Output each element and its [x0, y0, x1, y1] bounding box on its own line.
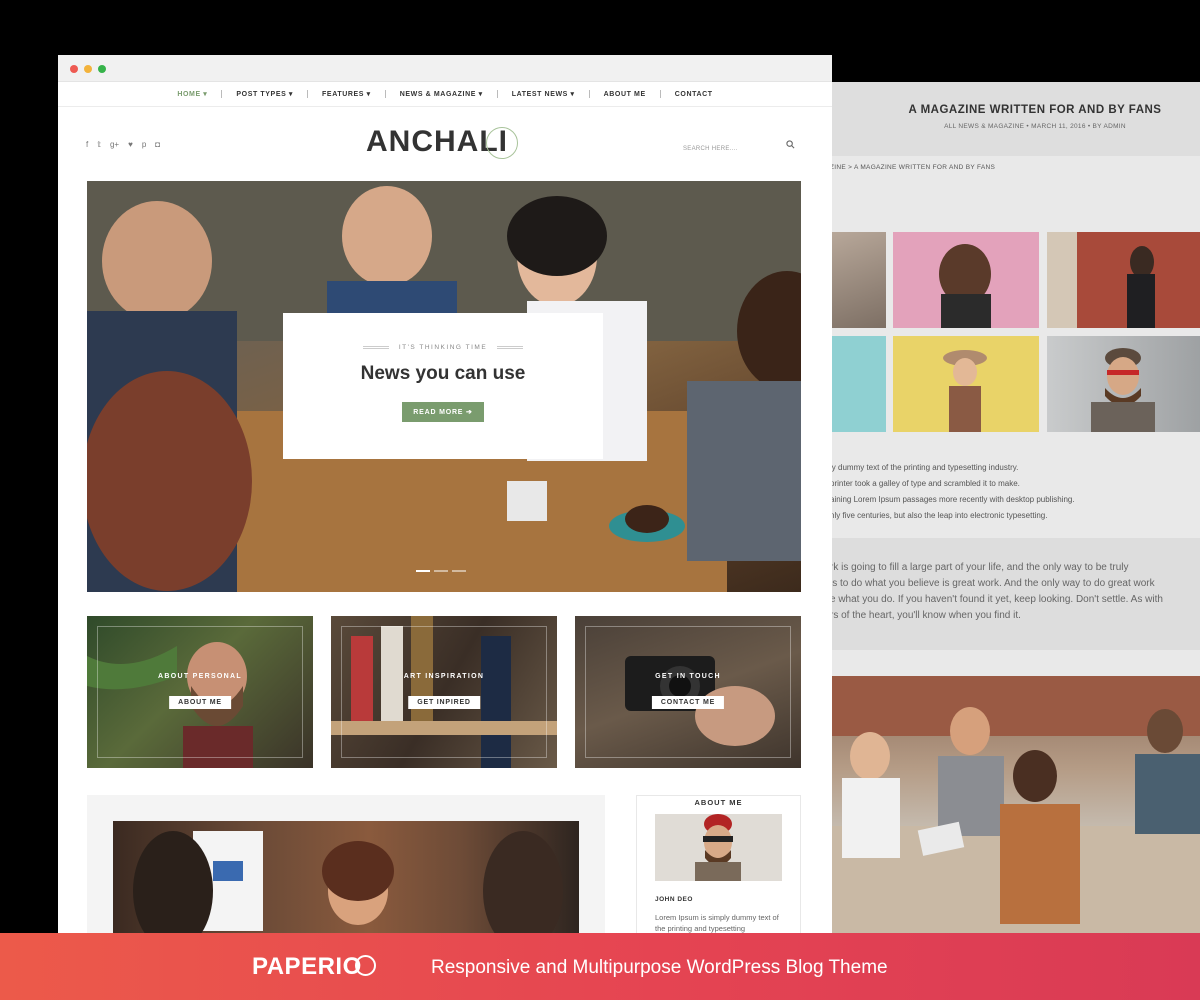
- search-field[interactable]: SEARCH HERE....: [683, 136, 795, 154]
- tile-caption: GET IN TOUCH: [655, 673, 721, 680]
- nav-label: HOME: [177, 91, 201, 98]
- maximize-window-button[interactable]: [98, 65, 106, 73]
- quote-line: e what you do. If you haven't found it y…: [830, 594, 1163, 605]
- article-header: A MAGAZINE WRITTEN FOR AND BY FANS ALL N…: [830, 82, 1200, 156]
- nav-item-about-me[interactable]: ABOUT ME: [590, 91, 660, 98]
- slide-indicator[interactable]: [434, 570, 448, 572]
- caret-down-icon: ▾: [478, 91, 483, 98]
- caret-down-icon: ▾: [366, 91, 371, 98]
- gallery-photo[interactable]: [1047, 336, 1200, 432]
- quote-line: rk is going to fill a large part of your…: [830, 562, 1129, 573]
- gallery-photo[interactable]: [830, 336, 886, 432]
- close-window-button[interactable]: [70, 65, 78, 73]
- quote-line: is to do what you believe is great work.…: [830, 578, 1155, 589]
- tile-frame: [97, 626, 303, 758]
- nav-label: FEATURES: [322, 91, 365, 98]
- get-inspired-button[interactable]: GET INPIRED: [408, 696, 480, 709]
- blog-homepage-window: HOME ▾ POST TYPES ▾ FEATURES ▾ NEWS & MA…: [58, 55, 832, 955]
- search-icon[interactable]: [786, 136, 795, 154]
- promo-banner: PAPERIO Responsive and Multipurpose Word…: [0, 933, 1200, 1000]
- about-me-button[interactable]: ABOUT ME: [169, 696, 231, 709]
- hero-slider: IT'S THINKING TIME News you can use READ…: [87, 181, 801, 592]
- paragraph-line: aining Lorem Ipsum passages more recentl…: [830, 495, 1075, 504]
- nav-item-features[interactable]: FEATURES ▾: [308, 90, 385, 98]
- caret-down-icon: ▾: [203, 91, 208, 98]
- nav-item-contact[interactable]: CONTACT: [661, 91, 727, 98]
- team-meeting-photo: [830, 676, 1200, 942]
- tile-frame: [341, 626, 547, 758]
- nav-item-latest-news[interactable]: LATEST NEWS ▾: [498, 90, 589, 98]
- kicker-text: IT'S THINKING TIME: [398, 344, 488, 351]
- blockquote: rk is going to fill a large part of your…: [830, 538, 1200, 650]
- nav-label: LATEST NEWS: [511, 91, 568, 98]
- author-name: JOHN DEO: [655, 896, 693, 903]
- caret-down-icon: ▾: [288, 91, 294, 98]
- slide-indicator[interactable]: [416, 570, 430, 572]
- promo-tile-art[interactable]: ART INSPIRATION GET INPIRED: [331, 616, 557, 768]
- nav-item-home[interactable]: HOME ▾: [163, 90, 221, 98]
- slide-indicator[interactable]: [452, 570, 466, 572]
- promo-tile-contact[interactable]: GET IN TOUCH CONTACT ME: [575, 616, 801, 768]
- article-meta: ALL NEWS & MAGAZINE • MARCH 11, 2016 • B…: [944, 123, 1126, 130]
- browser-chrome: [58, 55, 832, 82]
- gallery-photo[interactable]: [830, 232, 886, 328]
- author-avatar: [655, 814, 782, 881]
- brand-tagline: Responsive and Multipurpose WordPress Bl…: [431, 957, 888, 978]
- read-more-button[interactable]: READ MORE ➔: [402, 402, 484, 422]
- social-links: f 𝕥 g+ ♥ p ◘: [86, 140, 160, 149]
- about-me-widget: ABOUT ME JOHN DEO Lorem Ipsum is simply …: [636, 795, 801, 955]
- tile-frame: [585, 626, 791, 758]
- hero-title: News you can use: [360, 363, 526, 384]
- paragraph-line: ly dummy text of the printing and typese…: [830, 463, 1019, 472]
- article-title: A MAGAZINE WRITTEN FOR AND BY FANS: [908, 104, 1162, 116]
- gallery-photo[interactable]: [893, 232, 1039, 328]
- nav-item-news-magazine[interactable]: NEWS & MAGAZINE ▾: [386, 90, 497, 98]
- search-placeholder: SEARCH HERE....: [683, 146, 738, 152]
- brand-ring-decoration: [355, 955, 376, 976]
- twitter-icon[interactable]: 𝕥: [97, 140, 101, 149]
- google-plus-icon[interactable]: g+: [110, 140, 119, 149]
- quote-line: rs of the heart, you'll know when you fi…: [830, 610, 1021, 621]
- brand-logo: PAPERIO: [252, 953, 362, 980]
- slider-pagination: [416, 570, 466, 572]
- nav-label: ABOUT ME: [603, 90, 646, 98]
- breadcrumb: ZINE > A MAGAZINE WRITTEN FOR AND BY FAN…: [830, 164, 996, 171]
- heart-icon[interactable]: ♥: [128, 140, 133, 149]
- article-page-preview: A MAGAZINE WRITTEN FOR AND BY FANS ALL N…: [830, 82, 1200, 942]
- caret-down-icon: ▾: [570, 91, 575, 98]
- nav-item-post-types[interactable]: POST TYPES ▾: [222, 90, 307, 98]
- featured-post-card: [87, 795, 605, 955]
- hero-kicker: IT'S THINKING TIME: [283, 344, 603, 351]
- pinterest-icon[interactable]: p: [142, 140, 146, 149]
- gallery-photo[interactable]: [893, 336, 1039, 432]
- widget-heading: ABOUT ME: [686, 798, 751, 807]
- nav-label: NEWS & MAGAZINE: [399, 91, 477, 98]
- hero-card: IT'S THINKING TIME News you can use READ…: [283, 313, 603, 459]
- nav-label: CONTACT: [674, 90, 713, 98]
- paragraph-line: nly five centuries, but also the leap in…: [830, 511, 1048, 520]
- minimize-window-button[interactable]: [84, 65, 92, 73]
- instagram-icon[interactable]: ◘: [155, 140, 160, 149]
- tile-caption: ABOUT PERSONAL: [158, 673, 242, 680]
- author-bio: Lorem Ipsum is simply dummy text of the …: [655, 913, 779, 933]
- gallery-photo[interactable]: [1047, 232, 1200, 328]
- tile-caption: ART INSPIRATION: [403, 673, 485, 680]
- article-paragraph: ly dummy text of the printing and typese…: [830, 460, 1075, 524]
- facebook-icon[interactable]: f: [86, 140, 88, 149]
- logo-ring-decoration: [486, 127, 518, 159]
- paragraph-line: printer took a galley of type and scramb…: [830, 479, 1020, 488]
- nav-label: POST TYPES: [236, 91, 287, 98]
- contact-me-button[interactable]: CONTACT ME: [651, 696, 725, 709]
- promo-tile-about[interactable]: ABOUT PERSONAL ABOUT ME: [87, 616, 313, 768]
- main-navigation: HOME ▾ POST TYPES ▾ FEATURES ▾ NEWS & MA…: [58, 82, 832, 107]
